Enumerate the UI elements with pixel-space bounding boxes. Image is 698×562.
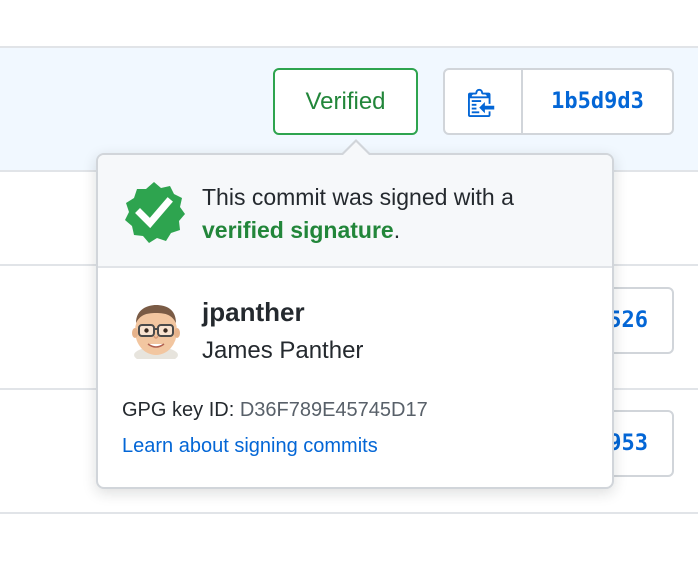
verified-badge-icon bbox=[125, 182, 185, 243]
gpg-key-row: GPG key ID: D36F789E45745D17 bbox=[122, 399, 428, 422]
commit-row-top bbox=[0, 0, 698, 48]
signer-full-name: James Panther bbox=[202, 337, 364, 364]
popover-caret bbox=[343, 142, 369, 155]
signature-popover: This commit was signed with a verified s… bbox=[96, 153, 614, 489]
verified-badge-button[interactable]: Verified bbox=[273, 68, 418, 135]
copy-sha-button[interactable] bbox=[445, 70, 523, 133]
popover-header: This commit was signed with a verified s… bbox=[98, 155, 612, 268]
signature-message: This commit was signed with a verified s… bbox=[202, 181, 602, 247]
clippy-icon bbox=[468, 88, 495, 117]
verified-signature-text: verified signature bbox=[202, 217, 394, 243]
signer-username[interactable]: jpanther bbox=[202, 297, 305, 328]
commit-sha-button-group: 1b5d9d3 bbox=[443, 68, 674, 135]
gpg-key-id: D36F789E45745D17 bbox=[239, 399, 428, 421]
gpg-key-label: GPG key ID: bbox=[122, 399, 235, 421]
learn-signing-link[interactable]: Learn about signing commits bbox=[122, 435, 378, 458]
avatar[interactable] bbox=[130, 303, 182, 359]
signature-message-suffix: . bbox=[393, 217, 401, 243]
commit-sha-link[interactable]: 1b5d9d3 bbox=[523, 70, 672, 133]
signature-message-prefix: This commit was signed with a bbox=[202, 184, 514, 210]
